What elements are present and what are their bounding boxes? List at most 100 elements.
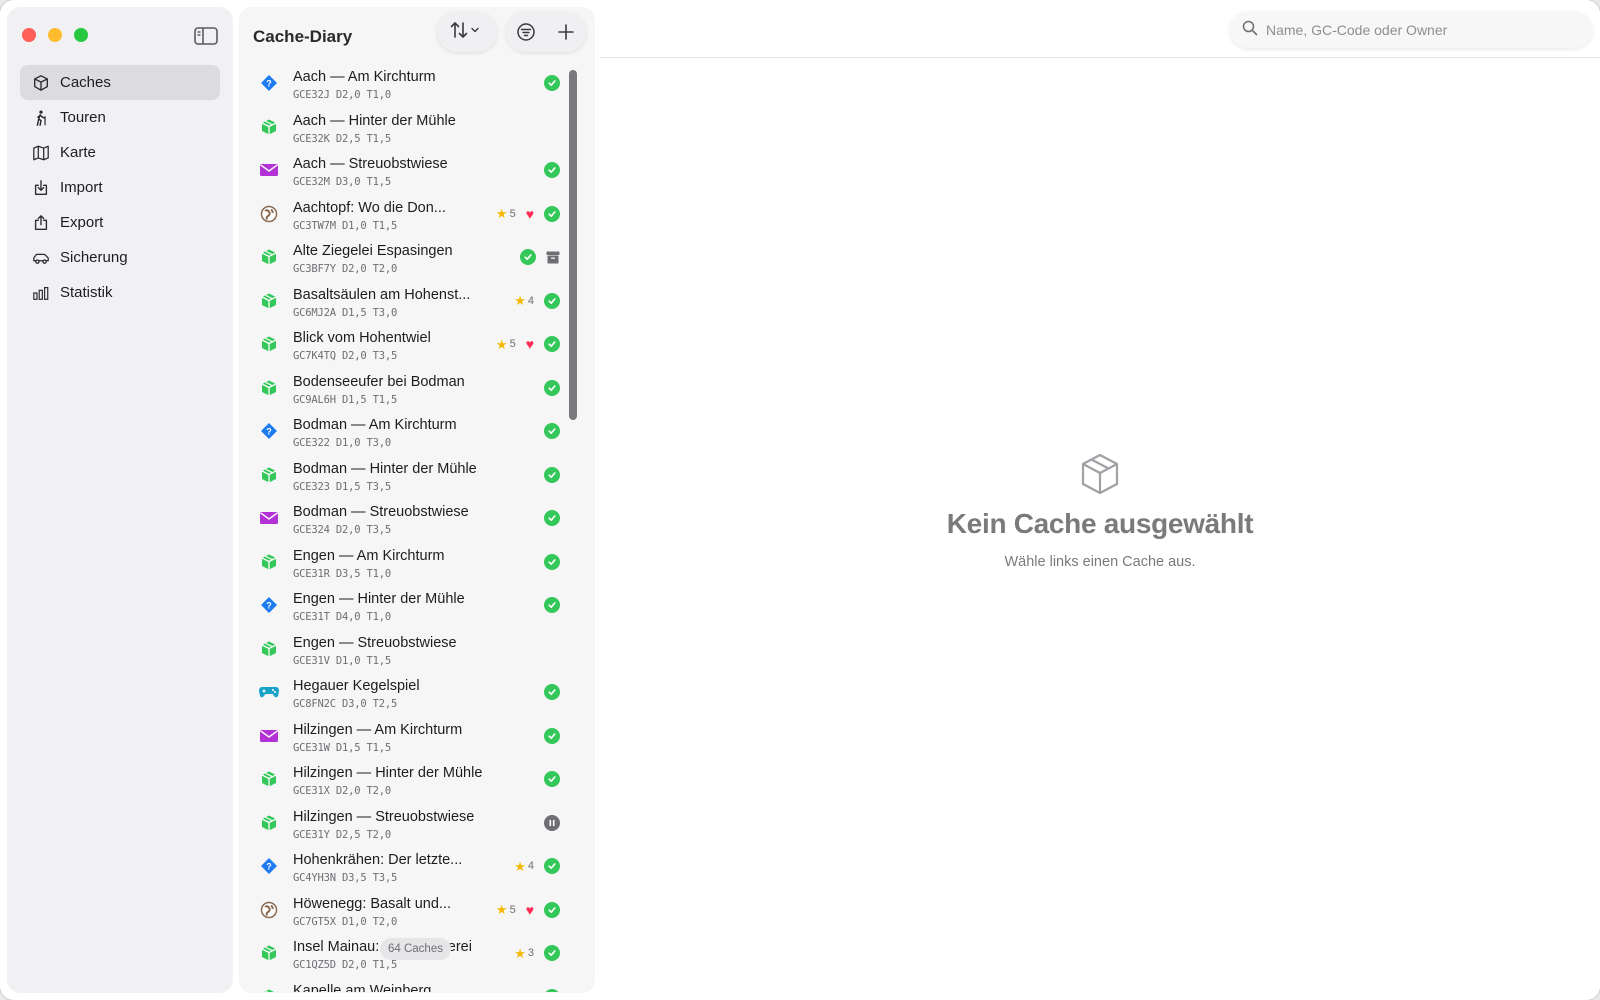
- sidebar-item-label: Touren: [60, 109, 106, 126]
- cache-status-group: [544, 509, 560, 527]
- star-icon: ★: [495, 206, 508, 221]
- cache-list-row[interactable]: ? Engen — Hinter der Mühle GCE31T D4,0 T1,…: [240, 582, 576, 626]
- cache-list-row[interactable]: Alte Ziegelei Espasingen GC3BF7Y D2,0 T2,…: [240, 234, 576, 278]
- sidebar-item-touren[interactable]: Touren: [20, 100, 220, 135]
- svg-text:?: ?: [266, 601, 272, 611]
- wherigo-cache-icon: [258, 681, 280, 703]
- cache-meta: GC7K4TQ D2,0 T3,5: [293, 350, 398, 362]
- traditional-cache-icon: [258, 551, 280, 573]
- found-check-icon: [544, 336, 560, 352]
- mystery-cache-icon: ?: [258, 72, 280, 94]
- minimize-window-button[interactable]: [48, 28, 62, 42]
- box-icon: [31, 73, 51, 93]
- cache-meta: GCE324 D2,0 T3,5: [293, 524, 391, 536]
- traditional-cache-icon: [258, 986, 280, 992]
- traditional-cache-icon: [258, 812, 280, 834]
- sidebar-item-caches[interactable]: Caches: [20, 65, 220, 100]
- list-actions: [506, 12, 586, 52]
- cache-list-row[interactable]: Hilzingen — Streuobstwiese GCE31Y D2,5 T2…: [240, 800, 576, 844]
- heart-icon: ♥: [525, 336, 534, 352]
- found-check-icon: [544, 205, 560, 222]
- cache-status-group: ★5 ♥: [496, 901, 560, 919]
- heart-icon: ♥: [525, 205, 534, 222]
- sidebar-toggle-icon[interactable]: [194, 27, 218, 45]
- search-field[interactable]: [1230, 12, 1592, 48]
- cache-meta: GCE323 D1,5 T3,5: [293, 480, 391, 493]
- cache-name: Bodman — Am Kirchturm: [293, 417, 457, 433]
- sidebar-item-karte[interactable]: Karte: [20, 135, 220, 170]
- cache-meta: GCE31W D1,5 T1,5: [293, 741, 391, 754]
- app-window: Caches Touren Karte Import Export Sicher…: [0, 0, 1600, 1000]
- cache-status-group: [520, 248, 560, 266]
- cache-list-row[interactable]: Blick vom Hohentwiel GC7K4TQ D2,0 T3,5 ★ 5 ♥: [240, 321, 576, 365]
- cache-list-row[interactable]: Kapelle am Weinberg ★5 ♥: [240, 974, 576, 992]
- cache-list-row[interactable]: Aachtopf: Wo die Don... GC3TW7M D1,0 T1,5…: [240, 191, 576, 235]
- found-check-icon: [544, 988, 560, 992]
- traditional-cache-icon: [258, 377, 280, 399]
- heart-icon: ♥: [525, 901, 534, 918]
- star-icon: ★: [514, 858, 526, 874]
- cache-name: Hilzingen — Hinter der Mühle: [293, 765, 483, 781]
- cache-list-row[interactable]: Engen — Streuobstwiese GCE31V D1,0 T1,5: [240, 626, 576, 670]
- scroll-thumb[interactable]: [569, 70, 577, 420]
- mystery-cache-icon: ?: [258, 420, 280, 442]
- cache-list-row[interactable]: Bodenseeufer bei Bodman GC9AL6H D1,5 T1,5: [240, 365, 576, 409]
- cache-meta: GC6MJ2A D1,5 T3,0: [293, 306, 398, 319]
- cache-status-group: ★ 3: [514, 944, 560, 962]
- cache-list-row[interactable]: ? Bodman — Am Kirchturm GCE322 D1,0 T3,0: [240, 408, 576, 452]
- list-title: Cache-Diary: [253, 27, 353, 46]
- cache-list-row[interactable]: Bodman — Hinter der Mühle GCE323 D1,5 T3,…: [240, 452, 576, 496]
- cache-list-row[interactable]: Aach — Streuobstwiese GCE32M D3,0 T1,5: [240, 147, 576, 191]
- cache-list-row[interactable]: Engen — Am Kirchturm GCE31R D3,5 T1,0: [240, 539, 576, 583]
- cache-name: Bodenseeufer bei Bodman: [293, 373, 465, 390]
- close-window-button[interactable]: [22, 28, 36, 42]
- sidebar-item-import[interactable]: Import: [20, 170, 220, 205]
- star-icon: ★: [514, 945, 526, 961]
- cache-meta: GC7GT5X D1,0 T2,0: [293, 915, 398, 928]
- found-check-icon: [544, 684, 560, 700]
- cache-name: Basaltsäulen am Hohenst...: [293, 286, 471, 303]
- cache-status-group: [544, 74, 560, 92]
- favorite-group: ★5: [496, 990, 516, 992]
- sidebar-item-export[interactable]: Export: [20, 205, 220, 240]
- sidebar-item-label: Import: [60, 179, 103, 196]
- favorite-group: ★5: [496, 338, 516, 351]
- svg-text:?: ?: [266, 79, 272, 89]
- disabled-pause-icon: [544, 814, 560, 831]
- sidebar-item-label: Sicherung: [60, 249, 128, 266]
- empty-state-title: Kein Cache ausgewählt: [946, 508, 1254, 539]
- cache-list-row[interactable]: Hilzingen — Hinter der Mühle GCE31X D2,0 …: [240, 756, 576, 800]
- cache-name: Höwenegg: Basalt und...: [293, 895, 451, 912]
- cache-status-group: [544, 770, 560, 788]
- sort-button[interactable]: [437, 12, 497, 52]
- letterbox-cache-icon: [258, 159, 280, 181]
- cache-list-row[interactable]: Hilzingen — Am Kirchturm GCE31W D1,5 T1,5: [240, 713, 576, 757]
- favorite-group: ★ 3: [514, 947, 534, 960]
- search-input[interactable]: [1266, 22, 1566, 38]
- cache-meta: GCE31R D3,5 T1,0: [293, 567, 391, 580]
- cache-list-row[interactable]: Bodman — Streuobstwiese GCE324 D2,0 T3,5: [240, 495, 576, 539]
- cache-name: Aach — Am Kirchturm: [293, 69, 436, 85]
- found-check-icon: [544, 292, 560, 309]
- sidebar-item-sicherung[interactable]: Sicherung: [20, 240, 220, 275]
- cache-status-group: ★5 ♥: [496, 988, 560, 992]
- found-check-icon: [544, 858, 560, 874]
- filter-icon[interactable]: [511, 17, 541, 47]
- cache-status-group: ★5 ♥: [496, 205, 560, 223]
- cache-list-row[interactable]: ? Aach — Am Kirchturm GCE32J D2,0 T1,0: [240, 60, 576, 104]
- cache-list-row[interactable]: ? Hohenkrähen: Der letzte... GC4YH3N D3,5 …: [240, 843, 576, 887]
- add-cache-icon[interactable]: [551, 17, 581, 47]
- empty-state: Kein Cache ausgewählt Wähle links einen …: [600, 452, 1600, 570]
- traditional-cache-icon: [258, 116, 280, 138]
- cache-name: Engen — Hinter der Mühle: [293, 591, 465, 607]
- sidebar-item-statistik[interactable]: Statistik: [20, 275, 220, 310]
- cache-meta: GCE31V D1,0 T1,5: [293, 654, 391, 667]
- cache-list-row[interactable]: Höwenegg: Basalt und... GC7GT5X D1,0 T2,0…: [240, 887, 576, 931]
- cache-list-row[interactable]: Hegauer Kegelspiel GC8FN2C D3,0 T2,5: [240, 669, 576, 713]
- cache-list-row[interactable]: Basaltsäulen am Hohenst... GC6MJ2A D1,5 T…: [240, 278, 576, 322]
- maximize-window-button[interactable]: [74, 28, 88, 42]
- cache-status-group: ★5 ♥: [496, 335, 560, 353]
- list-scrollbar[interactable]: [568, 60, 578, 992]
- svg-text:?: ?: [266, 427, 272, 437]
- cache-list-row[interactable]: Aach — Hinter der Mühle GCE32K D2,5 T1,5: [240, 104, 576, 148]
